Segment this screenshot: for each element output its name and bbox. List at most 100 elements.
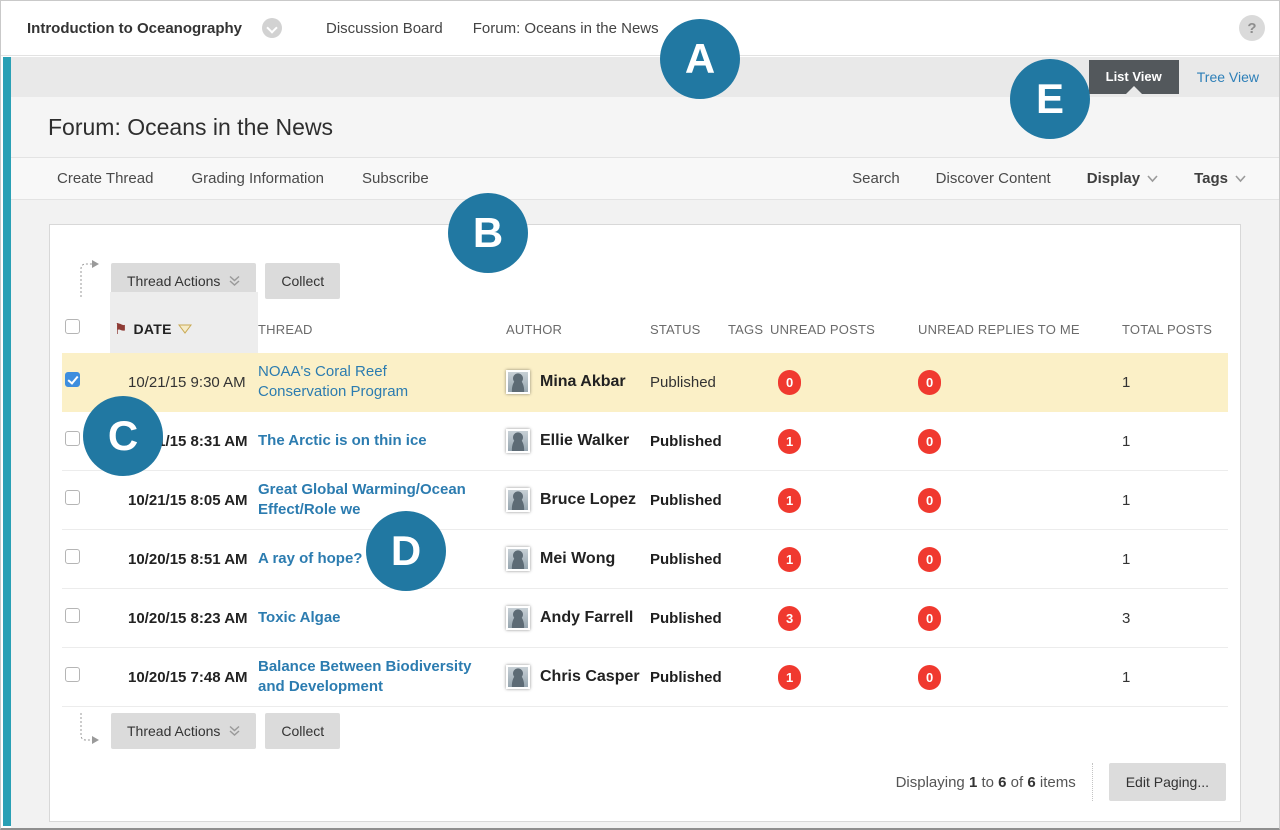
- thread-date: 10/20/15 7:48 AM: [128, 669, 248, 686]
- unread-posts-badge[interactable]: 1: [778, 429, 801, 454]
- thread-header[interactable]: THREAD: [258, 322, 496, 337]
- thread-link[interactable]: NOAA's Coral Reef Conservation Program: [258, 362, 478, 403]
- page-title: Forum: Oceans in the News: [48, 114, 333, 141]
- table-row: 10/20/15 8:23 AM Toxic Algae Andy Farrel…: [62, 589, 1228, 648]
- total-posts-header[interactable]: TOTAL POSTS: [1108, 322, 1228, 337]
- author-header[interactable]: AUTHOR: [496, 322, 642, 337]
- breadcrumb-current-forum: Forum: Oceans in the News: [473, 20, 659, 37]
- sort-descending-icon: [178, 324, 192, 334]
- thread-actions-label: Thread Actions: [127, 273, 220, 289]
- collect-button[interactable]: Collect: [265, 263, 340, 299]
- subscribe-button[interactable]: Subscribe: [362, 170, 429, 187]
- thread-table-rows: 10/21/15 9:30 AM NOAA's Coral Reef Conse…: [62, 353, 1228, 707]
- bottom-controls: Thread Actions Collect: [76, 713, 1228, 749]
- author-name: Bruce Lopez: [540, 491, 636, 509]
- row-checkbox[interactable]: [65, 431, 80, 446]
- tags-header[interactable]: TAGS: [728, 322, 764, 337]
- row-checkbox[interactable]: [65, 549, 80, 564]
- unread-replies-badge[interactable]: 0: [918, 429, 941, 454]
- total-posts: 1: [1122, 669, 1130, 686]
- row-checkbox[interactable]: [65, 490, 80, 505]
- avatar: [506, 488, 530, 512]
- thread-actions-button[interactable]: Thread Actions: [111, 263, 256, 299]
- status-text: Published: [650, 669, 722, 686]
- callout-d: D: [366, 511, 446, 591]
- unread-posts-badge[interactable]: 1: [778, 665, 801, 690]
- thread-date: 10/20/15 8:23 AM: [128, 610, 248, 627]
- collect-button[interactable]: Collect: [265, 713, 340, 749]
- avatar: [506, 547, 530, 571]
- unread-posts-badge[interactable]: 1: [778, 488, 801, 513]
- discover-content-button[interactable]: Discover Content: [936, 170, 1051, 187]
- author-name: Andy Farrell: [540, 609, 633, 627]
- avatar: [506, 429, 530, 453]
- thread-link[interactable]: Toxic Algae: [258, 608, 341, 628]
- unread-replies-badge[interactable]: 0: [918, 370, 941, 395]
- unread-replies-header[interactable]: UNREAD REPLIES TO ME: [910, 322, 1108, 337]
- tags-menu-button[interactable]: Tags: [1194, 170, 1246, 187]
- main-area: List View Tree View Forum: Oceans in the…: [1, 57, 1279, 828]
- display-menu-button[interactable]: Display: [1087, 170, 1158, 187]
- course-title: Introduction to Oceanography: [27, 20, 242, 37]
- action-bar-right: Search Discover Content Display Tags: [852, 170, 1246, 187]
- paging-footer: Displaying 1 to 6 of 6 items Edit Paging…: [62, 749, 1228, 809]
- author-name: Chris Casper: [540, 668, 640, 686]
- status-header[interactable]: STATUS: [642, 322, 728, 337]
- double-chevron-down-icon: [229, 275, 240, 287]
- blackboard-forum-page: Introduction to Oceanography Discussion …: [0, 0, 1280, 830]
- grading-information-button[interactable]: Grading Information: [191, 170, 324, 187]
- help-icon[interactable]: ?: [1239, 15, 1265, 41]
- author-name: Ellie Walker: [540, 432, 629, 450]
- date-header-label: DATE: [133, 321, 171, 337]
- status-text: Published: [650, 551, 722, 568]
- unread-posts-badge[interactable]: 0: [778, 370, 801, 395]
- unread-posts-badge[interactable]: 1: [778, 547, 801, 572]
- avatar: [506, 606, 530, 630]
- chevron-down-icon: [1147, 175, 1158, 183]
- select-branch-arrow-icon: [76, 259, 102, 299]
- callout-a: A: [660, 19, 740, 99]
- edit-paging-button[interactable]: Edit Paging...: [1109, 763, 1226, 801]
- unread-replies-badge[interactable]: 0: [918, 488, 941, 513]
- unread-replies-badge[interactable]: 0: [918, 547, 941, 572]
- displaying-status: Displaying 1 to 6 of 6 items: [896, 774, 1076, 791]
- breadcrumb-discussion-board[interactable]: Discussion Board: [326, 20, 443, 37]
- chevron-down-icon: [1235, 175, 1246, 183]
- tree-view-link[interactable]: Tree View: [1197, 69, 1259, 85]
- thread-link[interactable]: A ray of hope?: [258, 549, 362, 569]
- status-text: Published: [650, 374, 716, 391]
- thread-list-card: Thread Actions Collect ⚑: [49, 224, 1241, 822]
- thread-actions-button[interactable]: Thread Actions: [111, 713, 256, 749]
- thread-link[interactable]: Balance Between Biodiversity and Develop…: [258, 657, 478, 698]
- avatar: [506, 370, 530, 394]
- action-bar-left: Create Thread Grading Information Subscr…: [57, 170, 429, 187]
- select-branch-arrow-icon: [76, 713, 102, 747]
- list-view-button[interactable]: List View: [1089, 60, 1179, 94]
- row-checkbox[interactable]: [65, 372, 80, 387]
- unread-posts-header[interactable]: UNREAD POSTS: [764, 322, 910, 337]
- avatar: [506, 665, 530, 689]
- table-header-row: ⚑ DATE THREAD AUTHOR STATUS TAGS UNREAD …: [62, 305, 1228, 353]
- row-checkbox[interactable]: [65, 667, 80, 682]
- callout-b: B: [448, 193, 528, 273]
- unread-posts-badge[interactable]: 3: [778, 606, 801, 631]
- thread-link[interactable]: The Arctic is on thin ice: [258, 431, 427, 451]
- author-name: Mei Wong: [540, 550, 615, 568]
- unread-replies-badge[interactable]: 0: [918, 665, 941, 690]
- total-posts: 1: [1122, 492, 1130, 509]
- create-thread-button[interactable]: Create Thread: [57, 170, 153, 187]
- thread-actions-label: Thread Actions: [127, 723, 220, 739]
- row-checkbox[interactable]: [65, 608, 80, 623]
- status-text: Published: [650, 610, 722, 627]
- action-bar: Create Thread Grading Information Subscr…: [11, 157, 1279, 200]
- total-posts: 1: [1122, 551, 1130, 568]
- thread-link[interactable]: Great Global Warming/Ocean Effect/Role w…: [258, 480, 478, 521]
- select-all-checkbox[interactable]: [65, 319, 80, 334]
- status-text: Published: [650, 492, 722, 509]
- date-header-cell[interactable]: ⚑ DATE: [110, 305, 258, 353]
- unread-replies-badge[interactable]: 0: [918, 606, 941, 631]
- double-chevron-down-icon: [229, 725, 240, 737]
- collect-label: Collect: [281, 273, 324, 289]
- course-menu-chevron-icon[interactable]: [262, 18, 282, 38]
- search-button[interactable]: Search: [852, 170, 900, 187]
